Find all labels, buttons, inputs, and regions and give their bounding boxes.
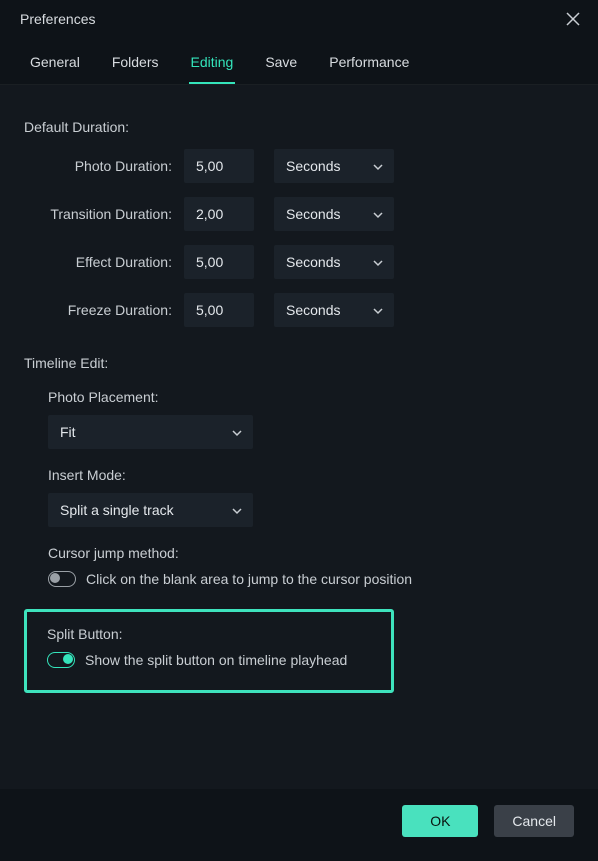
transition-duration-row: Transition Duration: Seconds bbox=[24, 197, 574, 231]
photo-duration-label: Photo Duration: bbox=[24, 158, 184, 174]
transition-duration-unit-select[interactable]: Seconds bbox=[274, 197, 394, 231]
cursor-jump-toggle[interactable] bbox=[48, 571, 76, 587]
split-button-label: Split Button: bbox=[47, 626, 371, 642]
cursor-jump-section: Cursor jump method: Click on the blank a… bbox=[48, 545, 574, 587]
photo-placement-section: Photo Placement: Fit bbox=[48, 389, 574, 449]
cursor-jump-label: Cursor jump method: bbox=[48, 545, 574, 561]
freeze-duration-unit-select[interactable]: Seconds bbox=[274, 293, 394, 327]
timeline-edit-heading: Timeline Edit: bbox=[24, 355, 574, 371]
photo-placement-label: Photo Placement: bbox=[48, 389, 574, 405]
photo-placement-value: Fit bbox=[60, 424, 76, 440]
chevron-down-icon bbox=[231, 502, 243, 518]
chevron-down-icon bbox=[372, 206, 384, 222]
effect-duration-unit-value: Seconds bbox=[286, 254, 340, 270]
photo-duration-row: Photo Duration: Seconds bbox=[24, 149, 574, 183]
freeze-duration-label: Freeze Duration: bbox=[24, 302, 184, 318]
cursor-jump-toggle-text: Click on the blank area to jump to the c… bbox=[86, 571, 412, 587]
split-button-toggle-text: Show the split button on timeline playhe… bbox=[85, 652, 347, 668]
transition-duration-label: Transition Duration: bbox=[24, 206, 184, 222]
transition-duration-input[interactable] bbox=[184, 197, 254, 231]
transition-duration-unit-value: Seconds bbox=[286, 206, 340, 222]
chevron-down-icon bbox=[231, 424, 243, 440]
titlebar: Preferences bbox=[0, 0, 598, 38]
window-title: Preferences bbox=[20, 11, 95, 27]
tab-folders[interactable]: Folders bbox=[110, 44, 161, 84]
insert-mode-select[interactable]: Split a single track bbox=[48, 493, 253, 527]
content-area: Default Duration: Photo Duration: Second… bbox=[0, 85, 598, 789]
chevron-down-icon bbox=[372, 158, 384, 174]
close-icon[interactable] bbox=[564, 10, 582, 28]
insert-mode-section: Insert Mode: Split a single track bbox=[48, 467, 574, 527]
ok-button[interactable]: OK bbox=[402, 805, 478, 837]
photo-placement-select[interactable]: Fit bbox=[48, 415, 253, 449]
tab-performance[interactable]: Performance bbox=[327, 44, 411, 84]
tab-editing[interactable]: Editing bbox=[189, 44, 236, 84]
tab-general[interactable]: General bbox=[28, 44, 82, 84]
cancel-button[interactable]: Cancel bbox=[494, 805, 574, 837]
freeze-duration-unit-value: Seconds bbox=[286, 302, 340, 318]
insert-mode-value: Split a single track bbox=[60, 502, 174, 518]
split-button-highlight: Split Button: Show the split button on t… bbox=[24, 609, 394, 693]
tab-save[interactable]: Save bbox=[263, 44, 299, 84]
cursor-jump-toggle-row: Click on the blank area to jump to the c… bbox=[48, 571, 574, 587]
split-button-toggle-row: Show the split button on timeline playhe… bbox=[47, 652, 371, 668]
photo-duration-unit-value: Seconds bbox=[286, 158, 340, 174]
effect-duration-label: Effect Duration: bbox=[24, 254, 184, 270]
effect-duration-row: Effect Duration: Seconds bbox=[24, 245, 574, 279]
photo-duration-input[interactable] bbox=[184, 149, 254, 183]
tabs-bar: General Folders Editing Save Performance bbox=[0, 38, 598, 85]
chevron-down-icon bbox=[372, 302, 384, 318]
photo-duration-unit-select[interactable]: Seconds bbox=[274, 149, 394, 183]
insert-mode-label: Insert Mode: bbox=[48, 467, 574, 483]
freeze-duration-input[interactable] bbox=[184, 293, 254, 327]
default-duration-heading: Default Duration: bbox=[24, 119, 574, 135]
freeze-duration-row: Freeze Duration: Seconds bbox=[24, 293, 574, 327]
preferences-window: Preferences General Folders Editing Save… bbox=[0, 0, 598, 861]
effect-duration-input[interactable] bbox=[184, 245, 254, 279]
effect-duration-unit-select[interactable]: Seconds bbox=[274, 245, 394, 279]
footer: OK Cancel bbox=[0, 789, 598, 861]
chevron-down-icon bbox=[372, 254, 384, 270]
split-button-toggle[interactable] bbox=[47, 652, 75, 668]
